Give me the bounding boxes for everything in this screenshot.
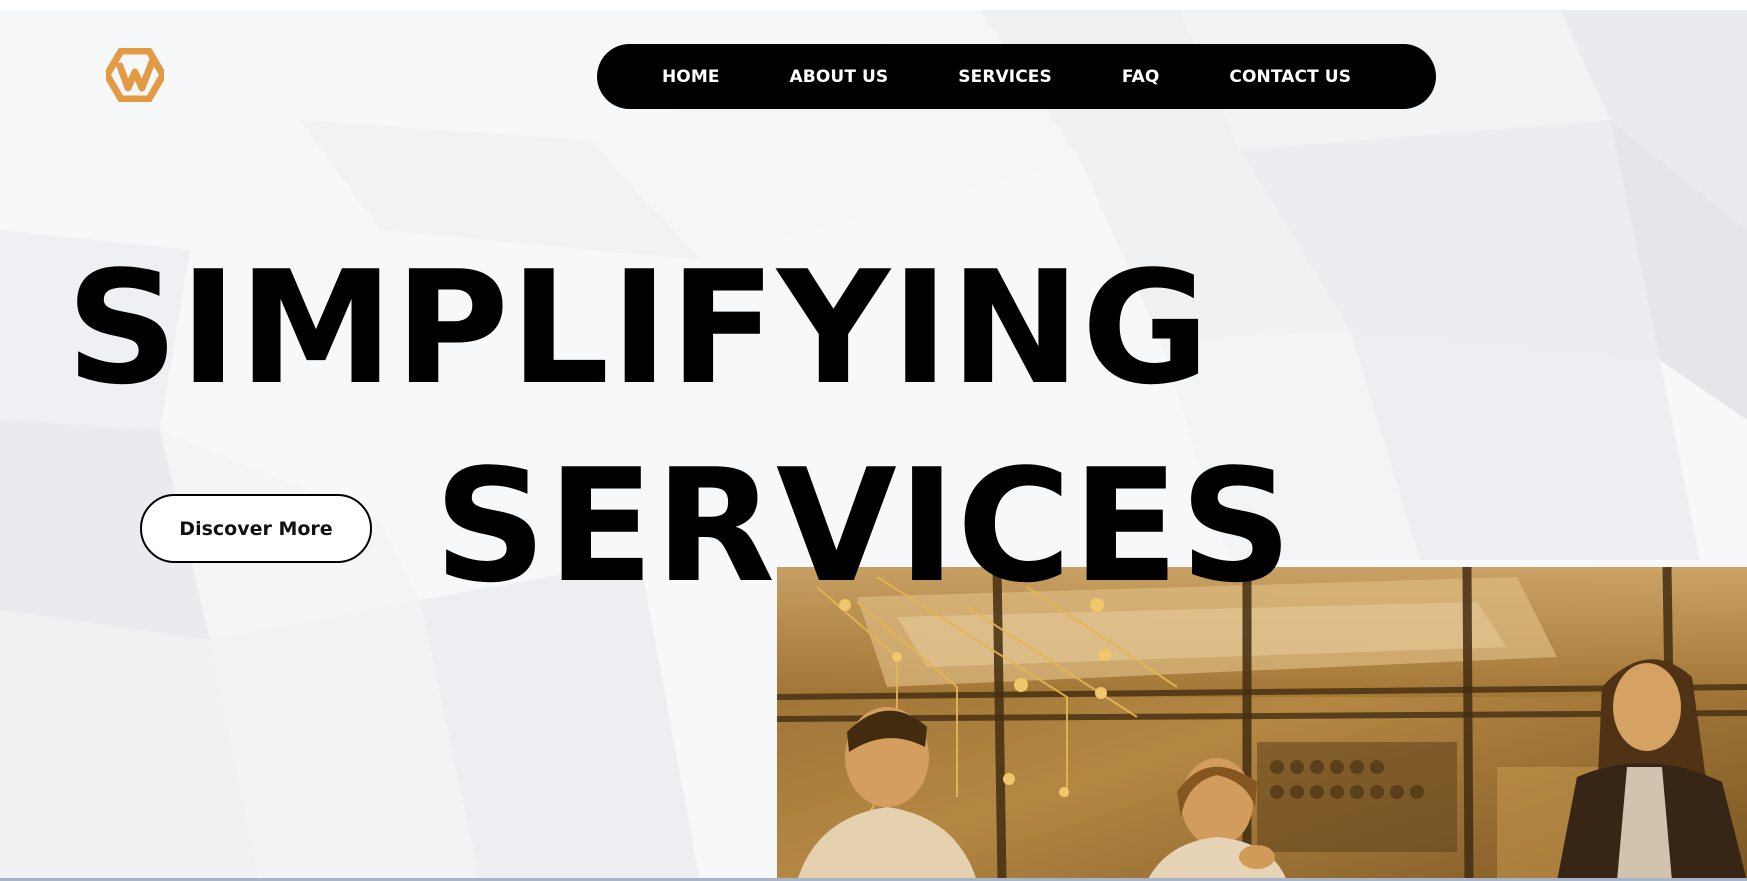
nav-item-about-us[interactable]: ABOUT US [790, 67, 889, 87]
discover-more-button[interactable]: Discover More [140, 494, 372, 563]
hero-headline-line-2: SERVICES [434, 435, 1294, 617]
nav-item-services[interactable]: SERVICES [958, 67, 1052, 87]
main-navigation: HOME ABOUT US SERVICES FAQ CONTACT US [597, 44, 1436, 109]
nav-item-contact-us[interactable]: CONTACT US [1229, 67, 1351, 87]
hero-headline-line-1: SIMPLIFYING [66, 237, 1211, 419]
nav-item-home[interactable]: HOME [662, 67, 720, 87]
nav-item-faq[interactable]: FAQ [1122, 67, 1160, 87]
top-strip [0, 0, 1747, 10]
landing-page: HOME ABOUT US SERVICES FAQ CONTACT US SI… [0, 0, 1747, 881]
hexagon-w-logo-icon[interactable] [106, 48, 164, 102]
